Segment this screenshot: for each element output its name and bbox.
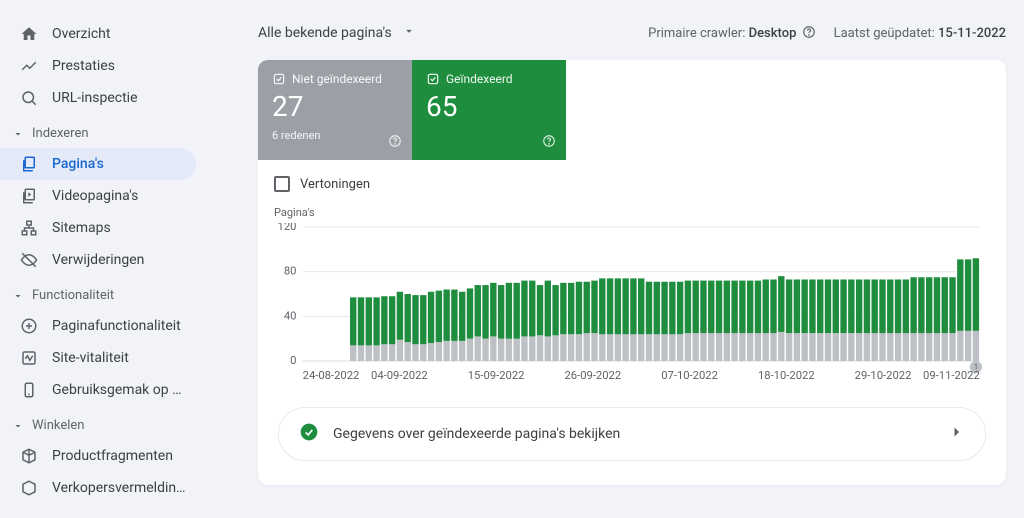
- svg-text:15-09-2022: 15-09-2022: [468, 369, 525, 382]
- phone-icon: [20, 381, 38, 399]
- section-label: Indexeren: [32, 126, 89, 141]
- checkbox-icon: [274, 176, 290, 192]
- sidebar-item-page-functionality[interactable]: Paginafunctionaliteit: [0, 310, 196, 342]
- nav-label: Prestaties: [52, 58, 115, 74]
- eye-off-icon: [20, 251, 38, 269]
- plus-circle-icon: [20, 317, 38, 335]
- sidebar: Overzicht Prestaties URL-inspectie Index…: [0, 0, 214, 518]
- svg-text:26-09-2022: 26-09-2022: [564, 369, 621, 382]
- pages-bar-chart[interactable]: 04080120124-08-202204-09-202215-09-20222…: [274, 223, 990, 383]
- pages-icon: [20, 155, 38, 173]
- check-icon: [426, 72, 440, 86]
- view-indexed-data-link[interactable]: Gegevens over geïndexeerde pagina's beki…: [278, 407, 986, 461]
- help-icon[interactable]: [388, 133, 402, 152]
- chart-area: Pagina's 04080120124-08-202204-09-202215…: [258, 200, 1006, 383]
- nav-label: Videopagina's: [52, 188, 138, 204]
- chevron-down-icon: [12, 128, 24, 140]
- chevron-right-icon: [947, 423, 965, 445]
- sidebar-section-indexing[interactable]: Indexeren: [0, 114, 196, 148]
- sidebar-item-removals[interactable]: Verwijderingen: [0, 244, 196, 276]
- sidebar-item-overview[interactable]: Overzicht: [0, 18, 196, 50]
- svg-text:07-10-2022: 07-10-2022: [661, 369, 718, 382]
- chevron-down-icon: [12, 290, 24, 302]
- nav-label: Productfragmenten: [52, 448, 173, 464]
- svg-text:29-10-2022: 29-10-2022: [855, 369, 912, 382]
- nav-label: Gebruiksgemak op mob...: [52, 382, 188, 398]
- svg-text:40: 40: [284, 309, 297, 322]
- check-icon: [272, 72, 286, 86]
- svg-text:09-11-2022: 09-11-2022: [923, 369, 980, 382]
- sidebar-item-seller-listings[interactable]: Verkopersvermeldingen: [0, 472, 196, 504]
- sidebar-item-performance[interactable]: Prestaties: [0, 50, 196, 82]
- pages-filter-dropdown[interactable]: Alle bekende pagina's: [258, 24, 416, 42]
- svg-text:04-09-2022: 04-09-2022: [371, 369, 428, 382]
- product-icon: [20, 447, 38, 465]
- nav-label: Pagina's: [52, 156, 104, 172]
- pages-chart-card: Niet geïndexeerd 27 6 redenen Geïndexeer…: [258, 60, 1006, 485]
- sidebar-item-mobile-usability[interactable]: Gebruiksgemak op mob...: [0, 374, 196, 406]
- sidebar-section-functionality[interactable]: Functionaliteit: [0, 276, 196, 310]
- nav-label: Overzicht: [52, 26, 110, 42]
- impressions-toggle[interactable]: Vertoningen: [258, 160, 1006, 200]
- crawler-info: Primaire crawler: Desktop: [648, 25, 815, 41]
- search-icon: [20, 89, 38, 107]
- sitemap-icon: [20, 219, 38, 237]
- tile-value: 65: [426, 90, 552, 123]
- section-label: Winkelen: [32, 418, 84, 433]
- sidebar-section-shops[interactable]: Winkelen: [0, 406, 196, 440]
- chart-y-label: Pagina's: [274, 206, 990, 219]
- check-circle-icon: [299, 422, 319, 446]
- tile-label: Niet geïndexeerd: [292, 72, 382, 86]
- tile-sub: 6 redenen: [272, 129, 398, 142]
- sidebar-item-url-inspect[interactable]: URL-inspectie: [0, 82, 196, 114]
- filter-label: Alle bekende pagina's: [258, 25, 392, 41]
- nav-label: URL-inspectie: [52, 90, 138, 106]
- svg-text:18-10-2022: 18-10-2022: [758, 369, 815, 382]
- help-icon[interactable]: [542, 133, 556, 152]
- nav-label: Verkopersvermeldingen: [52, 480, 188, 496]
- home-icon: [20, 25, 38, 43]
- chevron-down-icon: [12, 420, 24, 432]
- updated-info: Laatst geüpdatet: 15-11-2022: [834, 26, 1006, 41]
- svg-text:120: 120: [278, 223, 297, 233]
- tile-indexed[interactable]: Geïndexeerd 65: [412, 60, 566, 160]
- nav-label: Sitemaps: [52, 220, 111, 236]
- tile-label: Geïndexeerd: [446, 72, 513, 86]
- trending-icon: [20, 57, 38, 75]
- sidebar-item-sitemaps[interactable]: Sitemaps: [0, 212, 196, 244]
- nav-label: Paginafunctionaliteit: [52, 318, 181, 334]
- vitals-icon: [20, 349, 38, 367]
- section-label: Functionaliteit: [32, 288, 114, 303]
- tag-icon: [20, 479, 38, 497]
- tile-value: 27: [272, 90, 398, 123]
- svg-text:80: 80: [284, 265, 297, 278]
- tile-not-indexed[interactable]: Niet geïndexeerd 27 6 redenen: [258, 60, 412, 160]
- video-pages-icon: [20, 187, 38, 205]
- nav-label: Site-vitaliteit: [52, 350, 129, 366]
- svg-text:24-08-2022: 24-08-2022: [303, 369, 360, 382]
- meta-info: Primaire crawler: Desktop Laatst geüpdat…: [648, 25, 1006, 41]
- impressions-label: Vertoningen: [300, 177, 370, 192]
- svg-text:0: 0: [290, 354, 296, 367]
- help-icon[interactable]: [802, 25, 816, 39]
- summary-tiles: Niet geïndexeerd 27 6 redenen Geïndexeer…: [258, 60, 1006, 160]
- topbar: Alle bekende pagina's Primaire crawler: …: [258, 24, 1006, 42]
- dropdown-icon: [402, 24, 416, 42]
- nav-label: Verwijderingen: [52, 252, 144, 268]
- detail-label: Gegevens over geïndexeerde pagina's beki…: [333, 426, 620, 442]
- sidebar-item-vitals[interactable]: Site-vitaliteit: [0, 342, 196, 374]
- sidebar-item-product-snippets[interactable]: Productfragmenten: [0, 440, 196, 472]
- sidebar-item-pages[interactable]: Pagina's: [0, 148, 196, 180]
- sidebar-item-video-pages[interactable]: Videopagina's: [0, 180, 196, 212]
- main-content: Alle bekende pagina's Primaire crawler: …: [214, 0, 1024, 518]
